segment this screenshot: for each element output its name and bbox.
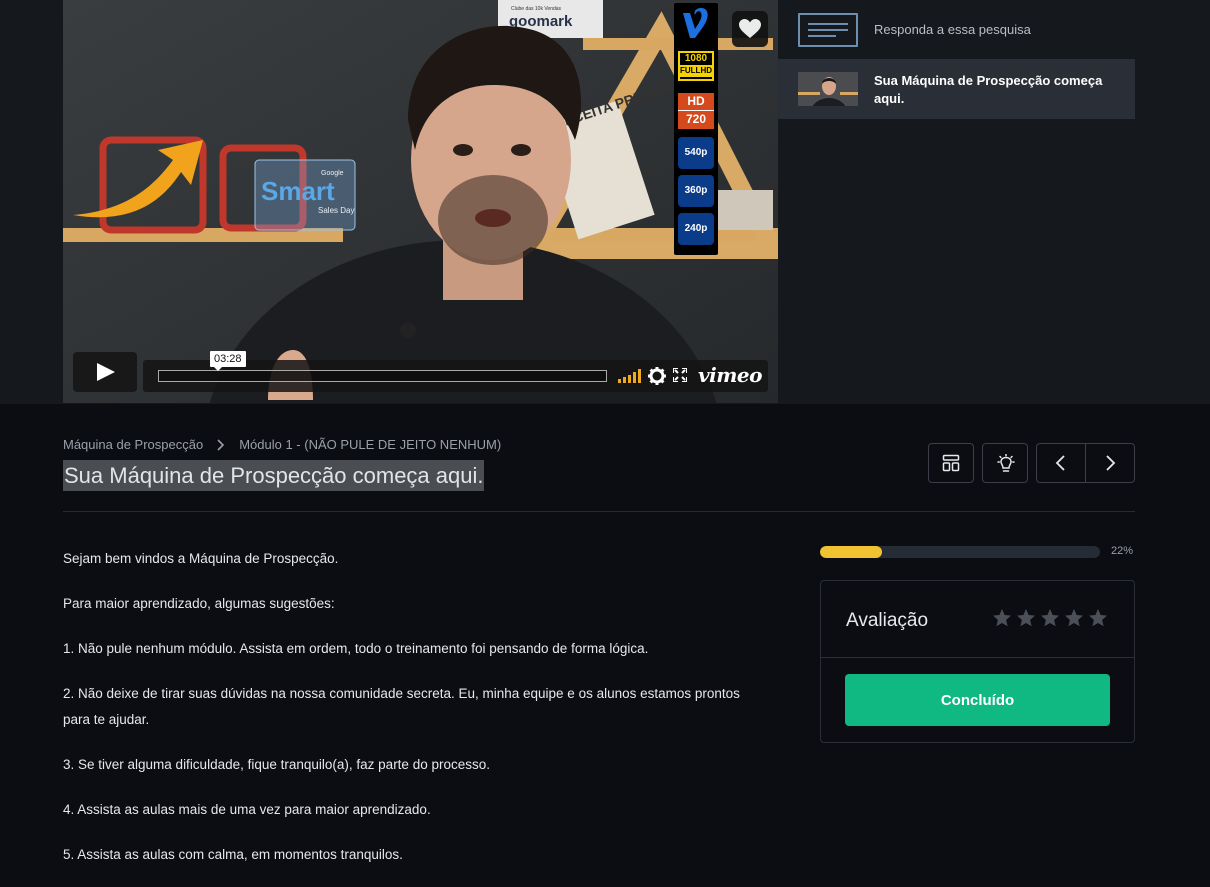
rating-card: Avaliação Concluído — [820, 580, 1135, 743]
vimeo-quality-rail: 1080 FULLHD HD 720 540p 360p 240p — [674, 3, 718, 255]
star-icon[interactable] — [1016, 608, 1036, 628]
video-frame: RECEITA PREVISÍVEL goomark Clube das 10k… — [63, 0, 778, 403]
control-bar: 03:28 vimeo — [143, 351, 768, 392]
header-divider — [63, 511, 1135, 512]
settings-gear-icon[interactable] — [648, 367, 666, 385]
rating-label: Avaliação — [846, 610, 929, 631]
lesson-navigation — [1036, 443, 1135, 483]
layout-icon — [942, 454, 960, 472]
video-player[interactable]: RECEITA PREVISÍVEL goomark Clube das 10k… — [63, 0, 778, 403]
quality-hd-sub: 720 — [678, 110, 714, 128]
star-icon[interactable] — [1040, 608, 1060, 628]
player-controls: 03:28 vimeo — [73, 351, 768, 392]
volume-icon[interactable] — [618, 369, 642, 383]
play-icon — [97, 363, 115, 381]
survey-list-icon — [798, 13, 858, 47]
fullscreen-icon[interactable] — [673, 368, 687, 382]
video-progress-track[interactable] — [158, 370, 607, 382]
scene-box-small: Clube das 10k Vendas — [511, 6, 562, 12]
chevron-left-icon — [1055, 455, 1065, 471]
lesson-description: Sejam bem vindos a Máquina de Prospecção… — [63, 546, 743, 887]
breadcrumb-course-link[interactable]: Máquina de Prospecção — [63, 437, 203, 452]
star-icon[interactable] — [1064, 608, 1084, 628]
survey-item[interactable]: Responda a essa pesquisa — [778, 0, 1135, 59]
heart-icon — [739, 19, 761, 38]
time-tooltip: 03:28 — [210, 351, 246, 371]
breadcrumb-module-link[interactable]: Módulo 1 - (NÃO PULE DE JEITO NENHUM) — [239, 437, 501, 452]
rating-header: Avaliação — [821, 581, 1134, 658]
layout-toggle-button[interactable] — [928, 443, 974, 483]
star-icon[interactable] — [992, 608, 1012, 628]
description-paragraph: Para maior aprendizado, algumas sugestõe… — [63, 596, 335, 611]
survey-label: Responda a essa pesquisa — [874, 22, 1031, 37]
lesson-thumbnail — [798, 72, 858, 106]
description-paragraph: 5. Assista as aulas com calma, em moment… — [63, 847, 403, 862]
quality-1080-badge[interactable]: 1080 FULLHD — [678, 51, 714, 81]
course-progress-percent: 22% — [1111, 545, 1134, 557]
quality-1080-sub: FULLHD — [680, 65, 712, 77]
page-title: Sua Máquina de Prospecção começa aqui. — [63, 460, 485, 491]
quality-1080-label: 1080 — [684, 53, 708, 64]
quality-540-badge[interactable]: 540p — [678, 137, 714, 169]
playlist-item-title: Sua Máquina de Prospecção começa aqui. — [874, 73, 1103, 106]
next-lesson-button[interactable] — [1086, 444, 1134, 482]
breadcrumb: Máquina de Prospecção Módulo 1 - (NÃO PU… — [63, 437, 501, 452]
description-paragraph: 3. Se tiver alguma dificuldade, fique tr… — [63, 757, 490, 772]
quality-hd-label: HD — [687, 94, 705, 108]
chevron-right-icon — [1106, 455, 1116, 471]
course-progress-bar — [820, 546, 1100, 558]
quality-360-badge[interactable]: 360p — [678, 175, 714, 207]
description-paragraph: 1. Não pule nenhum módulo. Assista em or… — [63, 641, 649, 656]
description-paragraph: 4. Assista as aulas mais de uma vez para… — [63, 802, 431, 817]
star-icon[interactable] — [1088, 608, 1108, 628]
vimeo-logo[interactable]: vimeo — [698, 363, 762, 387]
complete-lesson-button[interactable]: Concluído — [845, 674, 1110, 726]
scene-sign-small: Sales Day — [318, 206, 354, 215]
like-button[interactable] — [732, 11, 768, 47]
play-button[interactable] — [73, 352, 137, 392]
light-mode-button[interactable] — [982, 443, 1028, 483]
previous-lesson-button[interactable] — [1037, 444, 1085, 482]
lightbulb-icon — [997, 454, 1015, 472]
description-paragraph: 2. Não deixe de tirar suas dúvidas na no… — [63, 686, 740, 727]
star-rating — [992, 608, 1112, 628]
quality-240-badge[interactable]: 240p — [678, 213, 714, 245]
description-paragraph: Sejam bem vindos a Máquina de Prospecção… — [63, 551, 339, 566]
course-progress-fill — [820, 546, 882, 558]
vine-logo-icon — [683, 8, 708, 38]
chevron-right-icon — [217, 438, 225, 451]
scene-sign-text: Smart — [261, 176, 335, 206]
quality-hd-badge[interactable]: HD 720 — [678, 93, 714, 129]
playlist-item[interactable]: Sua Máquina de Prospecção começa aqui. — [778, 59, 1135, 119]
